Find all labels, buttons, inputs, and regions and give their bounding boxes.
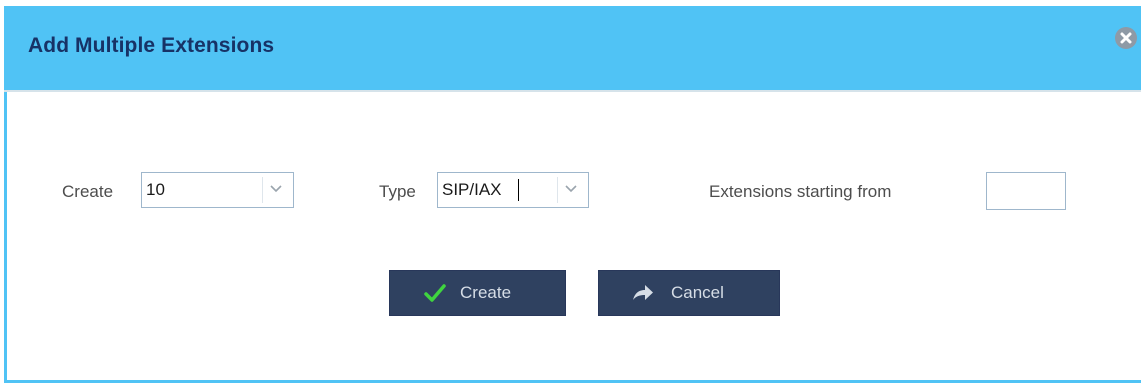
- share-arrow-icon: [631, 283, 655, 308]
- create-count-label: Create: [62, 182, 114, 201]
- dialog-title: Add Multiple Extensions: [28, 34, 275, 57]
- type-label: Type: [379, 182, 416, 201]
- close-button[interactable]: [1115, 27, 1137, 49]
- cancel-button-label: Cancel: [671, 283, 724, 302]
- type-select[interactable]: SIP/IAX: [437, 172, 589, 208]
- text-cursor: [518, 179, 519, 201]
- dialog-body: Create 10 Type SIP/IAX Extensions starti…: [4, 90, 1141, 380]
- create-count-value: 10: [146, 180, 165, 199]
- create-count-select[interactable]: 10: [141, 172, 294, 208]
- chevron-down-icon[interactable]: [557, 177, 584, 203]
- chevron-down-icon[interactable]: [262, 177, 289, 203]
- cancel-button[interactable]: Cancel: [598, 270, 780, 316]
- create-button[interactable]: Create: [389, 270, 566, 316]
- extensions-start-label: Extensions starting from: [709, 182, 892, 201]
- dialog-titlebar: Add Multiple Extensions: [4, 6, 1141, 90]
- type-value: SIP/IAX: [442, 180, 502, 199]
- create-button-label: Create: [460, 283, 512, 302]
- checkmark-icon: [424, 283, 446, 308]
- add-multiple-extensions-dialog: Add Multiple Extensions Create 10 Type S…: [4, 6, 1141, 383]
- extensions-start-input[interactable]: [986, 172, 1066, 210]
